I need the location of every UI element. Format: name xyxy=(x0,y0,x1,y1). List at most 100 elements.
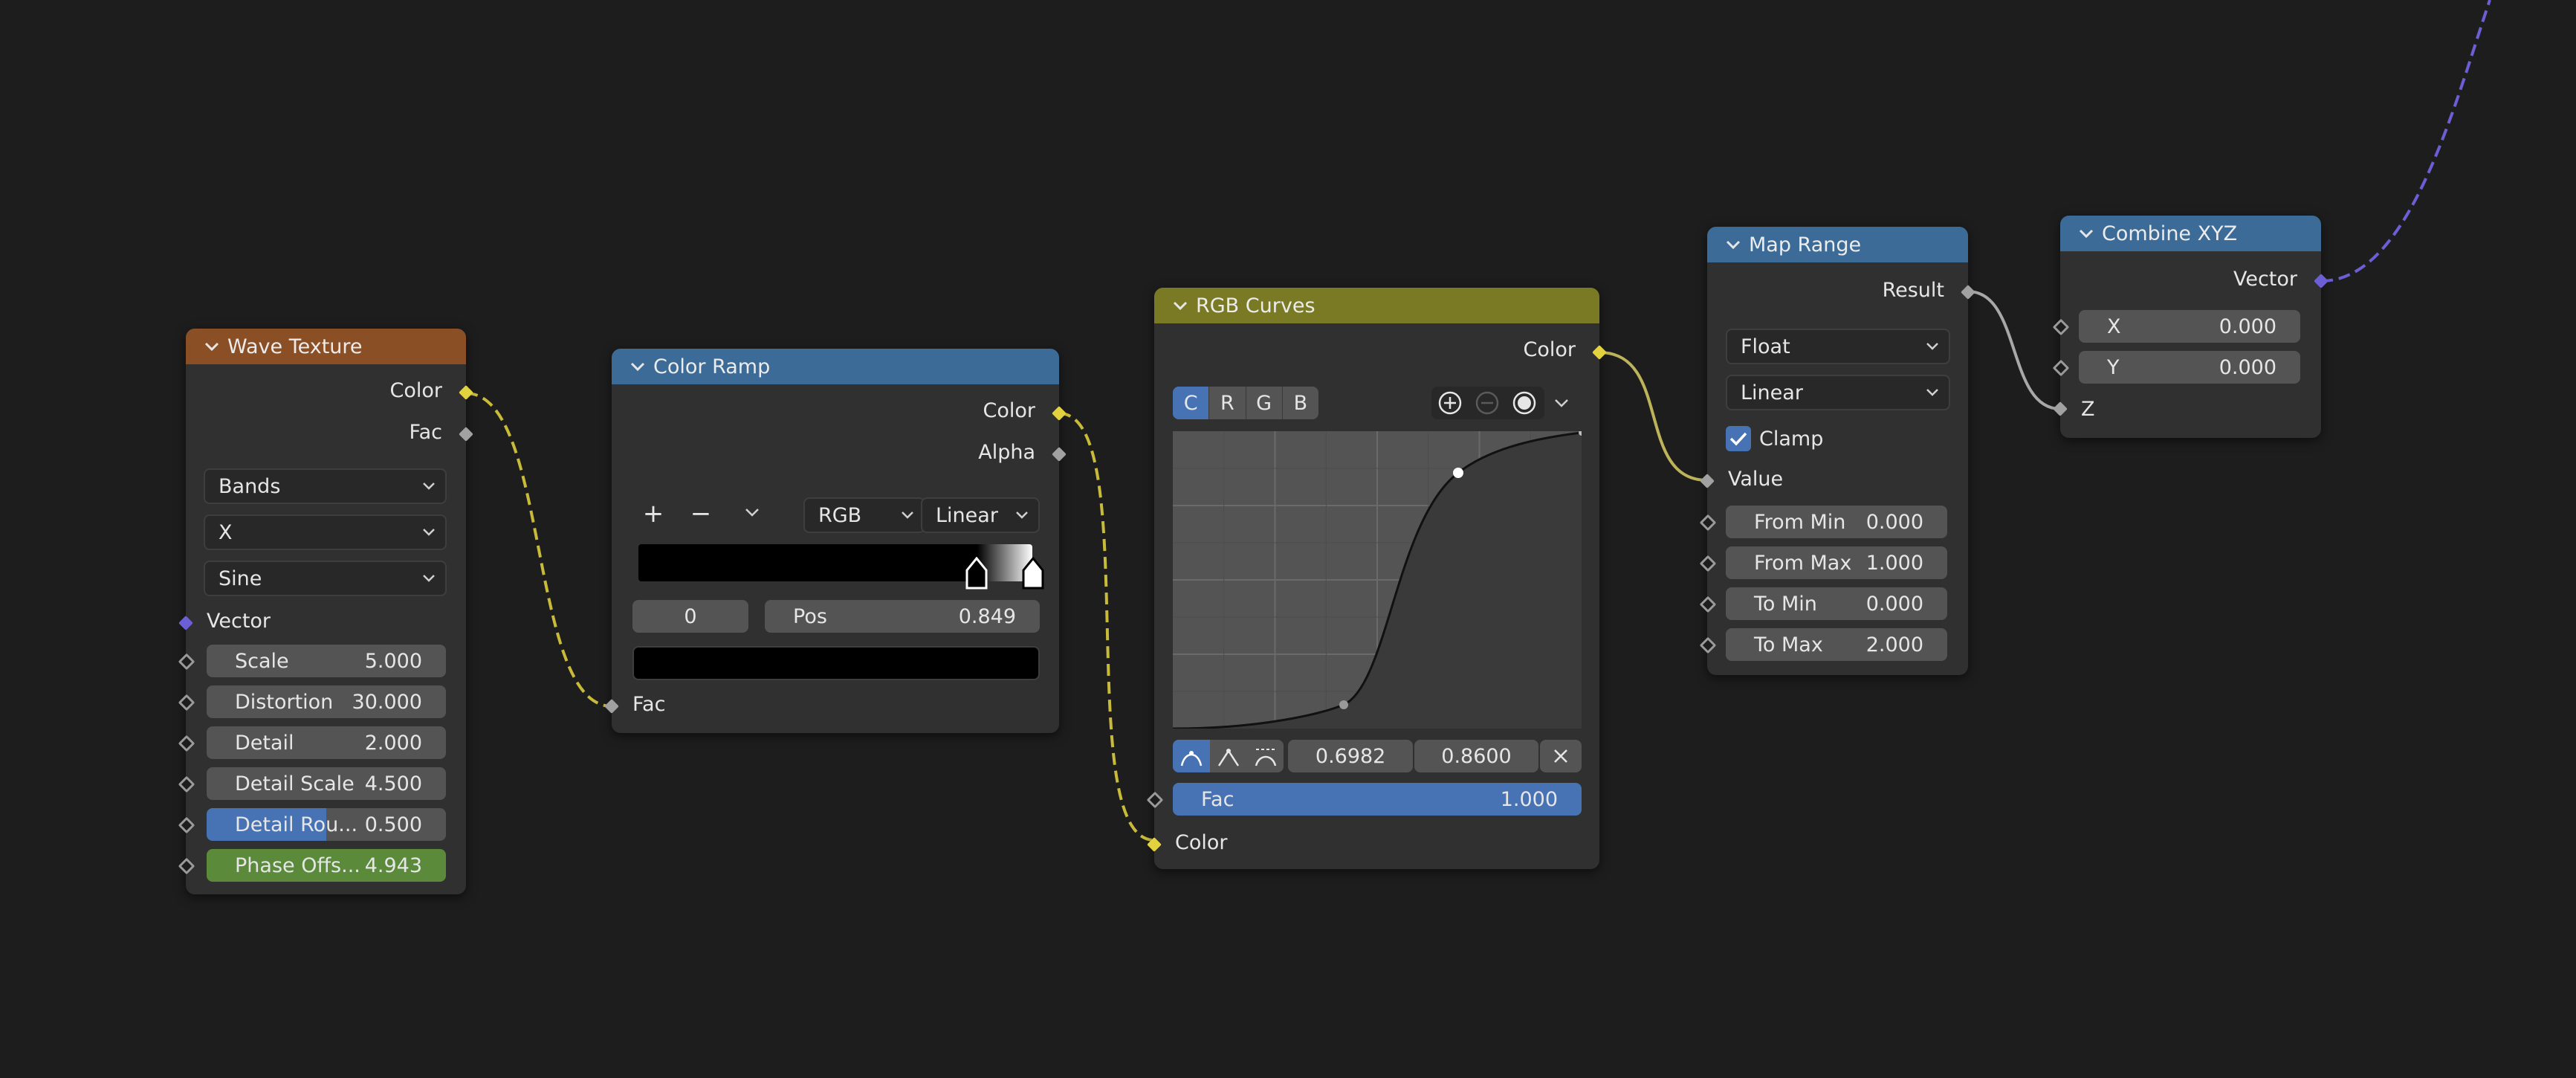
detail-scale-field[interactable]: Detail Scale 4.500 xyxy=(207,767,446,800)
point-y-field[interactable]: 0.8600 xyxy=(1414,740,1539,772)
chevron-down-icon[interactable] xyxy=(744,506,760,520)
chevron-down-icon[interactable] xyxy=(1553,397,1570,410)
input-from-min-socket[interactable] xyxy=(1699,514,1717,532)
color-mode-dropdown[interactable]: RGB xyxy=(803,497,925,533)
stop-index-value: 0 xyxy=(684,604,697,628)
chevron-down-icon[interactable] xyxy=(1725,236,1741,253)
node-header[interactable]: Color Ramp xyxy=(612,349,1059,384)
field-value: 4.500 xyxy=(364,772,422,795)
field-label: Detail Rou... xyxy=(235,813,358,836)
field-label: Detail Scale xyxy=(235,772,355,795)
field-value: 0.000 xyxy=(1865,510,1923,534)
field-label: From Min xyxy=(1754,510,1846,534)
field-label: Phase Offs... xyxy=(235,853,360,877)
input-fac-socket[interactable] xyxy=(604,699,619,714)
tab-g[interactable]: G xyxy=(1245,387,1282,419)
tab-b[interactable]: B xyxy=(1281,387,1318,419)
delete-point-icon[interactable] xyxy=(1540,740,1582,772)
input-z-socket[interactable] xyxy=(2053,401,2068,416)
output-result-socket[interactable] xyxy=(1961,285,1975,300)
output-color-socket[interactable] xyxy=(1052,406,1067,421)
input-y-socket[interactable] xyxy=(2052,359,2070,377)
scale-field[interactable]: Scale 5.000 xyxy=(207,645,446,677)
output-vector-socket[interactable] xyxy=(2314,274,2329,288)
input-phase-offset-socket[interactable] xyxy=(178,857,195,875)
input-value-socket[interactable] xyxy=(1700,474,1715,488)
add-stop-button[interactable]: + xyxy=(638,497,668,530)
input-color-socket[interactable] xyxy=(1147,837,1162,852)
to-max-field[interactable]: To Max 2.000 xyxy=(1726,628,1947,661)
input-from-max-socket[interactable] xyxy=(1699,555,1717,572)
stop-index-field[interactable]: 0 xyxy=(632,600,748,633)
combine-xyz-node[interactable]: Combine XYZ Vector X 0.000 Y 0.000 Z xyxy=(2052,216,2329,438)
input-to-min-socket[interactable] xyxy=(1699,596,1717,613)
input-vector-socket[interactable] xyxy=(178,616,193,630)
from-min-field[interactable]: From Min 0.000 xyxy=(1726,506,1947,538)
stop-position-field[interactable]: Pos 0.849 xyxy=(765,600,1040,633)
handle-auto-icon[interactable] xyxy=(1173,740,1210,772)
detail-roughness-field[interactable]: Detail Rou... 0.500 xyxy=(207,808,446,841)
field-label: X xyxy=(2107,314,2121,338)
handle-clamped-icon[interactable] xyxy=(1247,740,1284,772)
zoom-in-icon[interactable] xyxy=(1431,387,1469,419)
output-alpha-socket[interactable] xyxy=(1052,447,1067,462)
input-x-socket[interactable] xyxy=(2052,318,2070,336)
output-color-socket[interactable] xyxy=(459,385,473,400)
curve-point[interactable] xyxy=(1339,700,1348,709)
node-header[interactable]: Wave Texture xyxy=(186,329,466,364)
phase-offset-field[interactable]: Phase Offs... 4.943 xyxy=(207,849,446,882)
map-interpolation-dropdown[interactable]: Linear xyxy=(1726,375,1950,410)
input-distortion-socket[interactable] xyxy=(178,694,195,711)
input-to-max-socket[interactable] xyxy=(1699,636,1717,654)
field-label: Scale xyxy=(235,649,289,673)
wave-texture-node[interactable]: Wave Texture Color Fac Bands X Sine Vect… xyxy=(178,329,473,894)
wave-direction-dropdown[interactable]: X xyxy=(204,514,447,550)
input-detail-socket[interactable] xyxy=(178,735,195,752)
chevron-down-icon[interactable] xyxy=(1172,297,1188,314)
ramp-stop-black[interactable] xyxy=(965,557,988,590)
map-range-node[interactable]: Map Range Result Float Linear Clamp Valu… xyxy=(1699,227,1975,675)
curve-view-tools xyxy=(1431,387,1544,419)
wave-profile-dropdown[interactable]: Sine xyxy=(204,561,447,596)
x-field[interactable]: X 0.000 xyxy=(2079,310,2300,343)
data-type-dropdown[interactable]: Float xyxy=(1726,329,1950,364)
y-field[interactable]: Y 0.000 xyxy=(2079,351,2300,384)
curve-graph[interactable] xyxy=(1173,431,1582,729)
remove-stop-button[interactable]: − xyxy=(686,497,716,530)
curve-point-selected[interactable] xyxy=(1453,468,1463,478)
field-value: 2.000 xyxy=(1865,633,1923,656)
point-y-value: 0.8600 xyxy=(1441,744,1512,768)
zoom-out-icon[interactable] xyxy=(1469,387,1506,419)
point-x-field[interactable]: 0.6982 xyxy=(1288,740,1413,772)
ramp-interpolation-dropdown[interactable]: Linear xyxy=(921,497,1040,533)
clamp-checkbox[interactable] xyxy=(1726,426,1751,451)
node-header[interactable]: Combine XYZ xyxy=(2060,216,2321,251)
from-max-field[interactable]: From Max 1.000 xyxy=(1726,546,1947,579)
stop-color-swatch[interactable] xyxy=(632,646,1040,680)
color-ramp-node[interactable]: Color Ramp Color Alpha + − RGB Linear 0 … xyxy=(604,349,1067,733)
detail-field[interactable]: Detail 2.000 xyxy=(207,726,446,759)
tab-c[interactable]: C xyxy=(1173,387,1209,419)
chevron-down-icon[interactable] xyxy=(204,338,220,355)
to-min-field[interactable]: To Min 0.000 xyxy=(1726,587,1947,620)
input-fac-socket[interactable] xyxy=(1146,791,1164,809)
fac-field[interactable]: Fac 1.000 xyxy=(1173,783,1582,816)
handle-vector-icon[interactable] xyxy=(1210,740,1247,772)
tab-r[interactable]: R xyxy=(1208,387,1245,419)
input-detail-roughness-socket[interactable] xyxy=(178,816,195,834)
distortion-field[interactable]: Distortion 30.000 xyxy=(207,685,446,718)
input-scale-socket[interactable] xyxy=(178,653,195,671)
node-header[interactable]: RGB Curves xyxy=(1154,288,1599,323)
color-mode-value: RGB xyxy=(818,503,862,527)
wave-type-dropdown[interactable]: Bands xyxy=(204,468,447,504)
chevron-down-icon xyxy=(1016,511,1028,519)
ramp-stop-white[interactable] xyxy=(1022,557,1044,590)
chevron-down-icon[interactable] xyxy=(630,358,646,375)
chevron-down-icon[interactable] xyxy=(2078,225,2094,242)
rgb-curves-node[interactable]: RGB Curves Color C R G B 0.6982 0.8600 F… xyxy=(1146,288,1607,869)
input-detail-scale-socket[interactable] xyxy=(178,775,195,793)
node-header[interactable]: Map Range xyxy=(1707,227,1968,262)
output-color-socket[interactable] xyxy=(1592,345,1607,360)
output-fac-socket[interactable] xyxy=(459,427,473,442)
clipping-icon[interactable] xyxy=(1506,387,1543,419)
